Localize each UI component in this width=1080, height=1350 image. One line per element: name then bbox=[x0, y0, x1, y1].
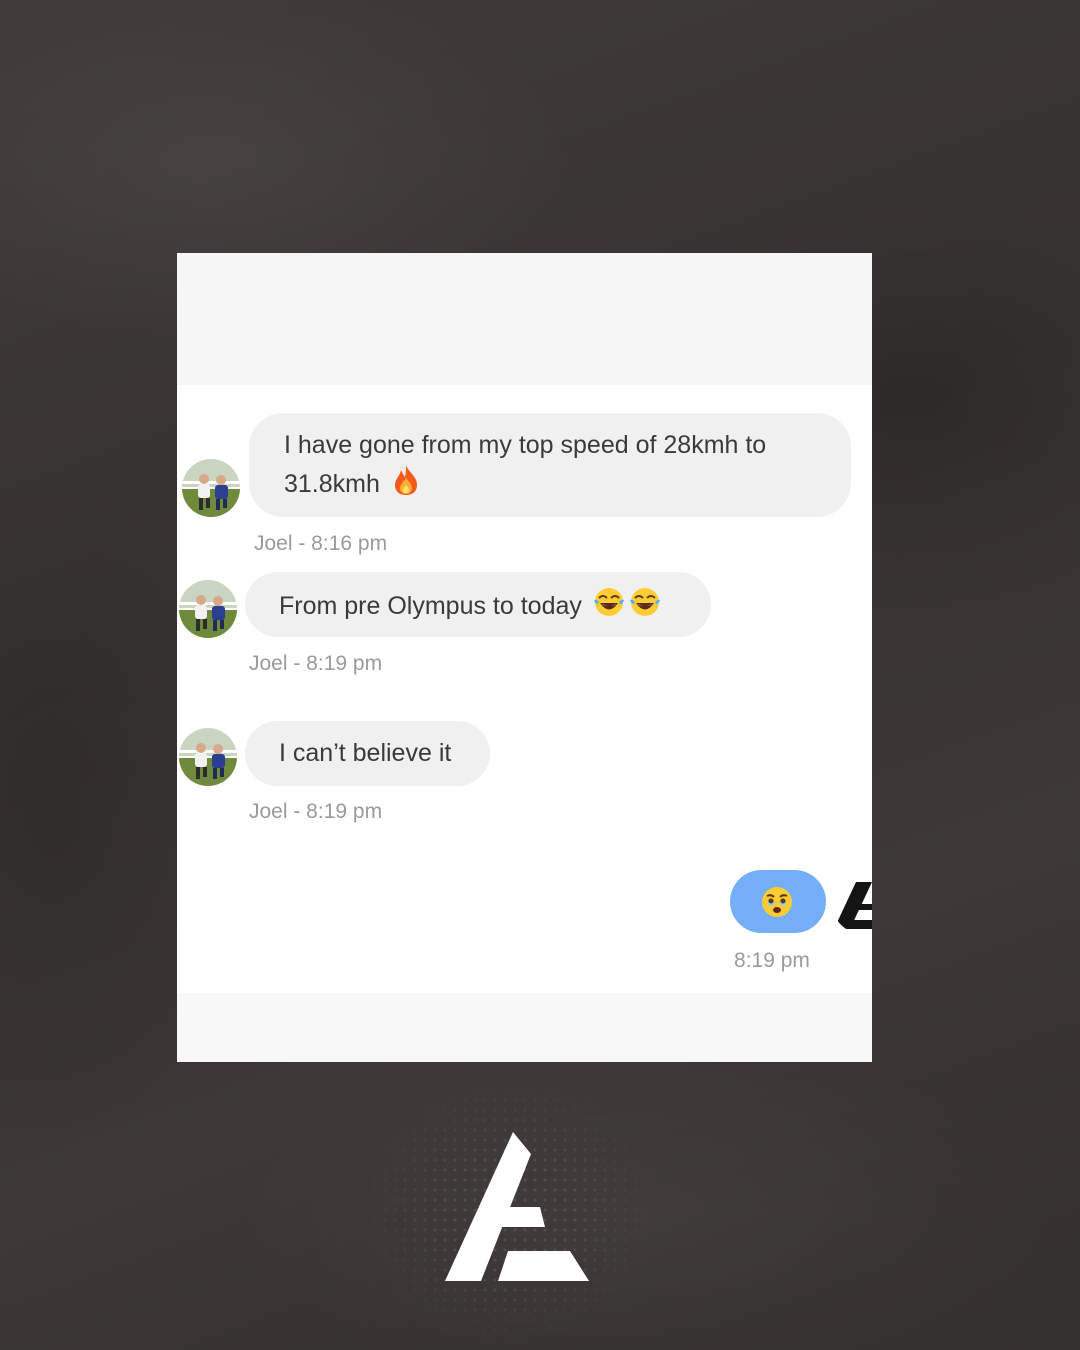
my-avatar[interactable] bbox=[832, 872, 872, 934]
sender-avatar[interactable] bbox=[179, 580, 237, 638]
sent-message-time: 8:19 pm bbox=[734, 949, 810, 972]
sender-avatar[interactable] bbox=[179, 728, 237, 786]
chat-header bbox=[177, 253, 872, 385]
sender-avatar[interactable] bbox=[182, 459, 240, 517]
sent-message-bubble[interactable] bbox=[730, 870, 826, 933]
brand-logo-icon bbox=[834, 882, 872, 929]
face-holding-back-tears-icon bbox=[762, 887, 792, 917]
face-with-tears-of-joy-icon bbox=[593, 586, 625, 629]
message-text: 31.8kmh bbox=[284, 470, 380, 498]
message-bubble[interactable]: I have gone from my top speed of 28kmh t… bbox=[249, 413, 851, 517]
face-with-tears-of-joy-icon bbox=[629, 586, 661, 629]
chat-screenshot: I have gone from my top speed of 28kmh t… bbox=[177, 253, 872, 1062]
message-bubble[interactable]: From pre Olympus to today bbox=[245, 572, 711, 637]
message-meta: Joel - 8:19 pm bbox=[249, 652, 383, 675]
brand-logo-icon bbox=[445, 1132, 589, 1281]
fire-icon bbox=[391, 464, 421, 507]
message-text: I have gone from my top speed of 28kmh t… bbox=[284, 431, 767, 459]
message-bubble[interactable]: I can’t believe it bbox=[245, 721, 490, 786]
message-meta: Joel - 8:16 pm bbox=[254, 532, 388, 555]
message-meta: Joel - 8:19 pm bbox=[249, 800, 383, 823]
chat-footer bbox=[177, 993, 872, 1062]
message-text: From pre Olympus to today bbox=[279, 592, 582, 620]
message-text: I can’t believe it bbox=[279, 739, 452, 767]
